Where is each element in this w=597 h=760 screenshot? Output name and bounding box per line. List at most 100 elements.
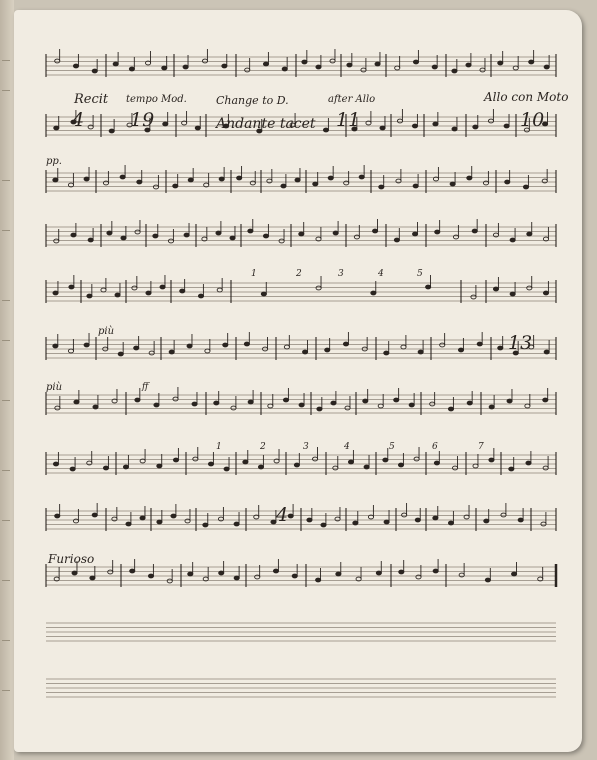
note-head (432, 515, 439, 521)
note-head (133, 345, 140, 351)
note-head (488, 457, 495, 463)
note-head (281, 66, 288, 72)
note-head (439, 342, 446, 348)
note-head (327, 175, 334, 181)
count-1: 1 (251, 269, 257, 279)
note-head (233, 521, 240, 527)
note-head (179, 288, 186, 294)
note-head (68, 284, 75, 290)
note-head (52, 290, 59, 296)
count-d5: 5 (389, 442, 395, 452)
staff-12-empty (46, 678, 556, 698)
note-head (524, 403, 531, 409)
note-head (260, 291, 267, 297)
note-head (315, 285, 322, 291)
note-head (362, 398, 369, 404)
change-label: Change to D. (216, 94, 289, 107)
note-head (54, 513, 61, 519)
note-head (540, 521, 547, 527)
rest-count-10: 10 (520, 109, 545, 131)
note-head (398, 569, 405, 575)
note-head (383, 519, 390, 525)
note-head (335, 571, 342, 577)
note-head (452, 465, 459, 471)
staff-4 (45, 219, 557, 247)
note-head (86, 293, 93, 299)
note-head (492, 286, 500, 292)
note-head (479, 67, 486, 73)
note-head (194, 125, 201, 131)
note-head (187, 177, 194, 183)
note-head (125, 521, 132, 527)
note-head (372, 228, 379, 234)
note-head (242, 459, 249, 465)
note-head (152, 184, 160, 190)
note-head (172, 396, 179, 402)
note-head (375, 570, 382, 576)
note-head (148, 350, 155, 356)
note-head (131, 285, 138, 291)
note-head (92, 404, 99, 410)
note-head (414, 517, 421, 523)
note-head (207, 461, 215, 467)
note-head (257, 464, 265, 470)
note-head (122, 464, 130, 470)
note-head (230, 405, 237, 411)
note-head (383, 350, 390, 356)
rest-count-13: 13 (508, 332, 533, 354)
note-head (522, 184, 530, 190)
note-head (52, 461, 60, 467)
note-head (294, 177, 301, 183)
note-head (332, 465, 339, 471)
note-head (221, 63, 228, 69)
note-head (112, 61, 119, 67)
note-head (447, 520, 455, 526)
count-d3: 3 (303, 442, 309, 452)
note-head (262, 233, 270, 239)
after-label: after Allo (328, 94, 376, 105)
note-head (360, 67, 367, 73)
note-head (506, 398, 513, 404)
rest-count-11: 11 (336, 109, 361, 131)
note-head (106, 230, 113, 236)
note-head (53, 125, 60, 131)
note-head (526, 231, 533, 237)
note-head (70, 232, 77, 238)
note-head (433, 460, 440, 466)
rest-count-19: 19 (130, 109, 155, 131)
note-head (379, 125, 386, 131)
count-d4: 4 (344, 442, 350, 452)
note-head (298, 231, 305, 237)
note-head (408, 402, 415, 408)
note-head (293, 462, 300, 468)
note-head (197, 293, 205, 299)
note-head (508, 466, 515, 472)
staff-11-empty (46, 622, 556, 642)
note-head (301, 59, 308, 65)
note-head (509, 237, 516, 243)
note-head (352, 520, 359, 526)
dynamic-ff: ff (142, 382, 149, 392)
note-head (476, 341, 483, 347)
note-head (312, 181, 319, 187)
note-head (223, 466, 230, 472)
count-d1: 1 (216, 442, 222, 452)
note-head (503, 123, 510, 129)
note-head (316, 406, 323, 412)
staff-5 (45, 275, 557, 303)
note-head (139, 515, 146, 521)
note-head (425, 284, 432, 290)
note-head (53, 238, 60, 244)
note-head (147, 573, 155, 579)
count-3: 3 (338, 269, 344, 279)
andante-label: Andante tacet (216, 116, 316, 132)
note-head (166, 578, 173, 584)
rest-count-4: 4 (72, 109, 85, 131)
note-head (128, 66, 135, 72)
note-head (192, 456, 199, 462)
note-head (91, 68, 98, 74)
note-head (167, 238, 175, 244)
note-head (156, 463, 163, 469)
note-head (447, 406, 455, 412)
note-head (432, 121, 439, 127)
